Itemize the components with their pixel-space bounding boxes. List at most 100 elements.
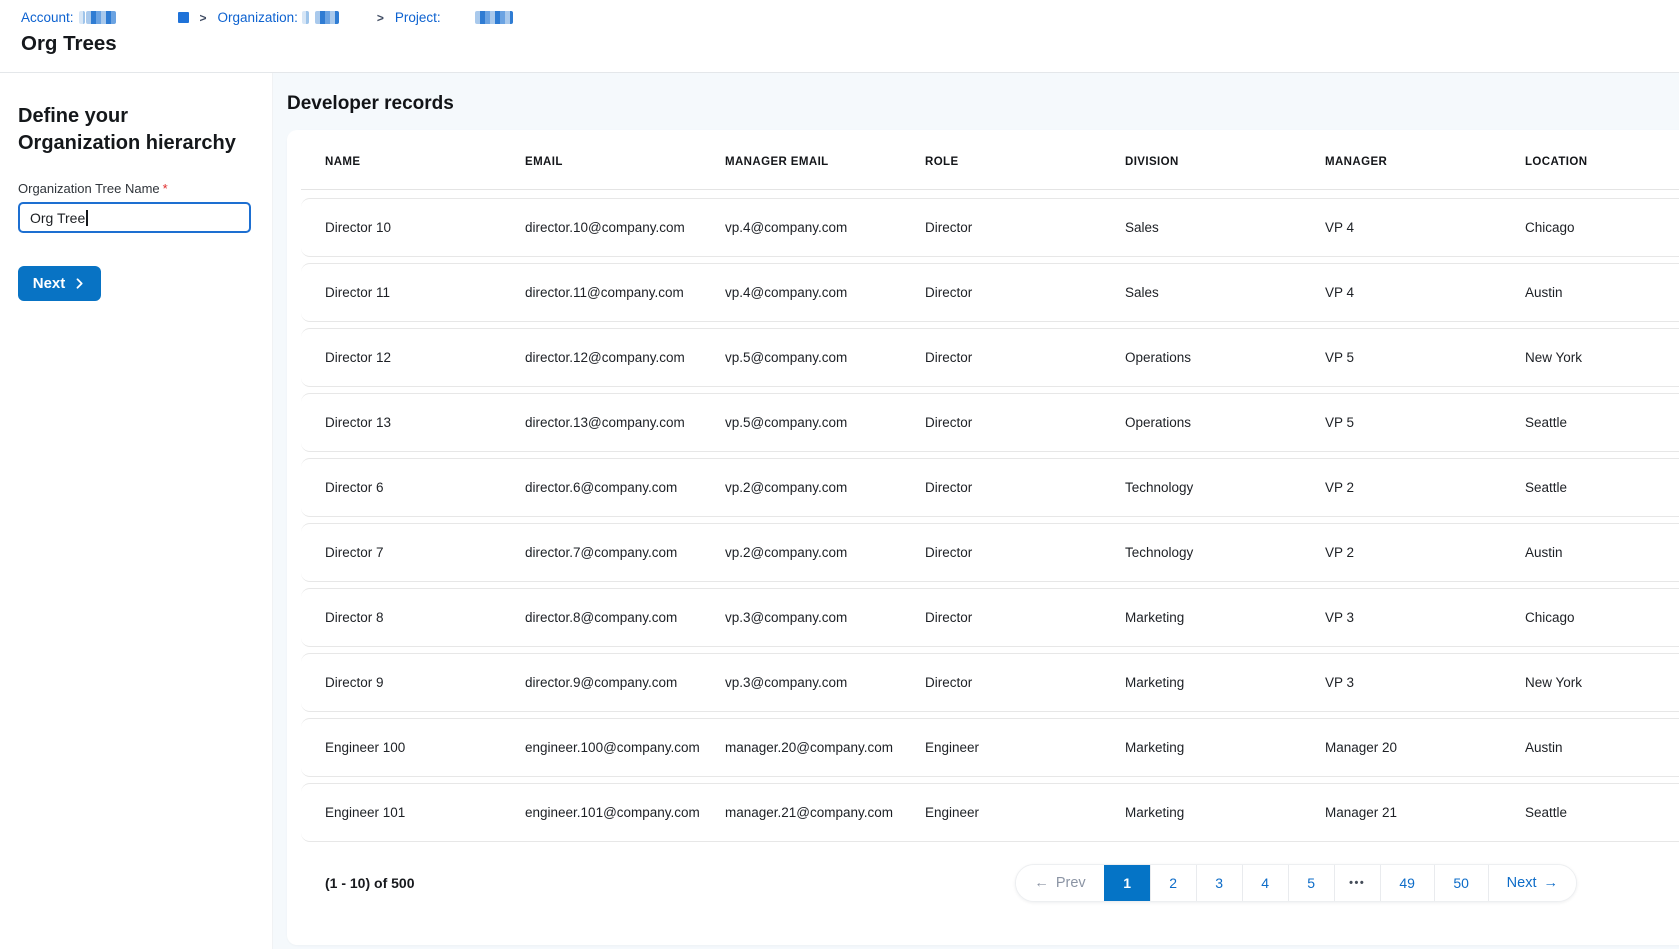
- table-cell: Director: [925, 415, 1125, 430]
- top-bar: Account: > Organization: > Project: Org …: [0, 0, 1679, 73]
- table-cell: Austin: [1525, 545, 1679, 560]
- redacted-value: [86, 11, 116, 24]
- table-cell: director.7@company.com: [525, 545, 725, 560]
- developer-records-card: NAMEEMAILMANAGER EMAILROLEDIVISIONMANAGE…: [287, 130, 1679, 945]
- table-cell: Director 13: [325, 415, 525, 430]
- page-button-1[interactable]: 1: [1104, 865, 1150, 901]
- table-cell: vp.2@company.com: [725, 545, 925, 560]
- org-tree-name-input-value: Org Tree: [30, 210, 85, 226]
- table-cell: Marketing: [1125, 740, 1325, 755]
- table-cell: Sales: [1125, 220, 1325, 235]
- table-cell: director.6@company.com: [525, 480, 725, 495]
- table-cell: Austin: [1525, 740, 1679, 755]
- table-cell: Engineer 101: [325, 805, 525, 820]
- prev-page-button[interactable]: ← Prev: [1016, 865, 1103, 901]
- table-cell: VP 4: [1325, 285, 1525, 300]
- developer-records-heading: Developer records: [287, 93, 1679, 115]
- table-cell: Technology: [1125, 480, 1325, 495]
- chevron-right-icon: [73, 277, 86, 290]
- table-cell: Manager 21: [1325, 805, 1525, 820]
- table-cell: Marketing: [1125, 610, 1325, 625]
- redacted-value: [315, 11, 339, 24]
- redacted-value: [178, 12, 189, 23]
- pagination: ← Prev 12345•••4950 Next →: [1015, 864, 1577, 902]
- page-title: Org Trees: [21, 32, 1679, 56]
- org-tree-name-input[interactable]: Org Tree: [18, 202, 251, 233]
- table-cell: Marketing: [1125, 675, 1325, 690]
- sidebar-heading: Define your Organization hierarchy: [18, 103, 246, 157]
- page-button-4[interactable]: 4: [1242, 865, 1288, 901]
- table-cell: Engineer 100: [325, 740, 525, 755]
- table-cell: Director: [925, 285, 1125, 300]
- required-marker: *: [163, 181, 168, 196]
- page-button-2[interactable]: 2: [1150, 865, 1196, 901]
- table-body: Director 10director.10@company.comvp.4@c…: [287, 198, 1679, 842]
- table-cell: Director: [925, 220, 1125, 235]
- table-cell: Chicago: [1525, 220, 1679, 235]
- table-cell: Seattle: [1525, 805, 1679, 820]
- table-cell: New York: [1525, 350, 1679, 365]
- table-row: Engineer 101engineer.101@company.commana…: [301, 783, 1679, 842]
- table-cell: director.13@company.com: [525, 415, 725, 430]
- page-button-49[interactable]: 49: [1380, 865, 1434, 901]
- next-button[interactable]: Next: [18, 266, 101, 301]
- table-header-row: NAMEEMAILMANAGER EMAILROLEDIVISIONMANAGE…: [301, 134, 1679, 190]
- table-cell: Seattle: [1525, 415, 1679, 430]
- table-cell: Director 9: [325, 675, 525, 690]
- redacted-value: [475, 11, 513, 24]
- table-cell: vp.5@company.com: [725, 415, 925, 430]
- table-row: Director 8director.8@company.comvp.3@com…: [301, 588, 1679, 647]
- arrow-right-icon: →: [1544, 875, 1559, 891]
- table-row: Engineer 100engineer.100@company.commana…: [301, 718, 1679, 777]
- table-cell: director.8@company.com: [525, 610, 725, 625]
- table-cell: Director: [925, 480, 1125, 495]
- table-cell: Engineer: [925, 740, 1125, 755]
- table-cell: Director 11: [325, 285, 525, 300]
- page-button-3[interactable]: 3: [1196, 865, 1242, 901]
- page-buttons: 12345•••4950: [1104, 865, 1488, 901]
- text-caret: [86, 210, 88, 226]
- table-cell: engineer.101@company.com: [525, 805, 725, 820]
- table-cell: director.11@company.com: [525, 285, 725, 300]
- page-button-5[interactable]: 5: [1288, 865, 1334, 901]
- table-cell: VP 4: [1325, 220, 1525, 235]
- table-cell: Director 7: [325, 545, 525, 560]
- table-cell: engineer.100@company.com: [525, 740, 725, 755]
- table-cell: Seattle: [1525, 480, 1679, 495]
- breadcrumb-organization-link[interactable]: Organization:: [218, 10, 298, 25]
- table-cell: VP 5: [1325, 350, 1525, 365]
- page-button-50[interactable]: 50: [1434, 865, 1488, 901]
- table-row: Director 6director.6@company.comvp.2@com…: [301, 458, 1679, 517]
- breadcrumb-account-link[interactable]: Account:: [21, 10, 74, 25]
- breadcrumb-project-link[interactable]: Project:: [395, 10, 441, 25]
- table-cell: director.10@company.com: [525, 220, 725, 235]
- pagination-ellipsis: •••: [1334, 865, 1380, 901]
- column-header: NAME: [325, 156, 525, 168]
- sidebar: Define your Organization hierarchy Organ…: [0, 73, 273, 949]
- main-panel: Developer records NAMEEMAILMANAGER EMAIL…: [273, 73, 1679, 949]
- table-cell: manager.21@company.com: [725, 805, 925, 820]
- table-cell: Director: [925, 350, 1125, 365]
- chevron-right-icon: >: [200, 11, 207, 25]
- table-cell: director.9@company.com: [525, 675, 725, 690]
- next-page-button[interactable]: Next →: [1488, 865, 1576, 901]
- table-cell: Engineer: [925, 805, 1125, 820]
- table-cell: Operations: [1125, 415, 1325, 430]
- table-cell: Director: [925, 545, 1125, 560]
- table-cell: VP 2: [1325, 480, 1525, 495]
- table-row: Director 9director.9@company.comvp.3@com…: [301, 653, 1679, 712]
- table-cell: Director 10: [325, 220, 525, 235]
- arrow-left-icon: ←: [1034, 875, 1049, 891]
- table-cell: Director 8: [325, 610, 525, 625]
- column-header: MANAGER: [1325, 156, 1525, 168]
- table-footer: (1 - 10) of 500 ← Prev 12345•••4950 Next…: [301, 848, 1679, 918]
- table-cell: Manager 20: [1325, 740, 1525, 755]
- table-cell: Austin: [1525, 285, 1679, 300]
- table-cell: Director: [925, 610, 1125, 625]
- org-tree-name-label: Organization Tree Name*: [18, 181, 252, 196]
- table-cell: vp.3@company.com: [725, 675, 925, 690]
- pagination-summary: (1 - 10) of 500: [325, 875, 414, 891]
- table-row: Director 11director.11@company.comvp.4@c…: [301, 263, 1679, 322]
- table-cell: Director 6: [325, 480, 525, 495]
- table-cell: Marketing: [1125, 805, 1325, 820]
